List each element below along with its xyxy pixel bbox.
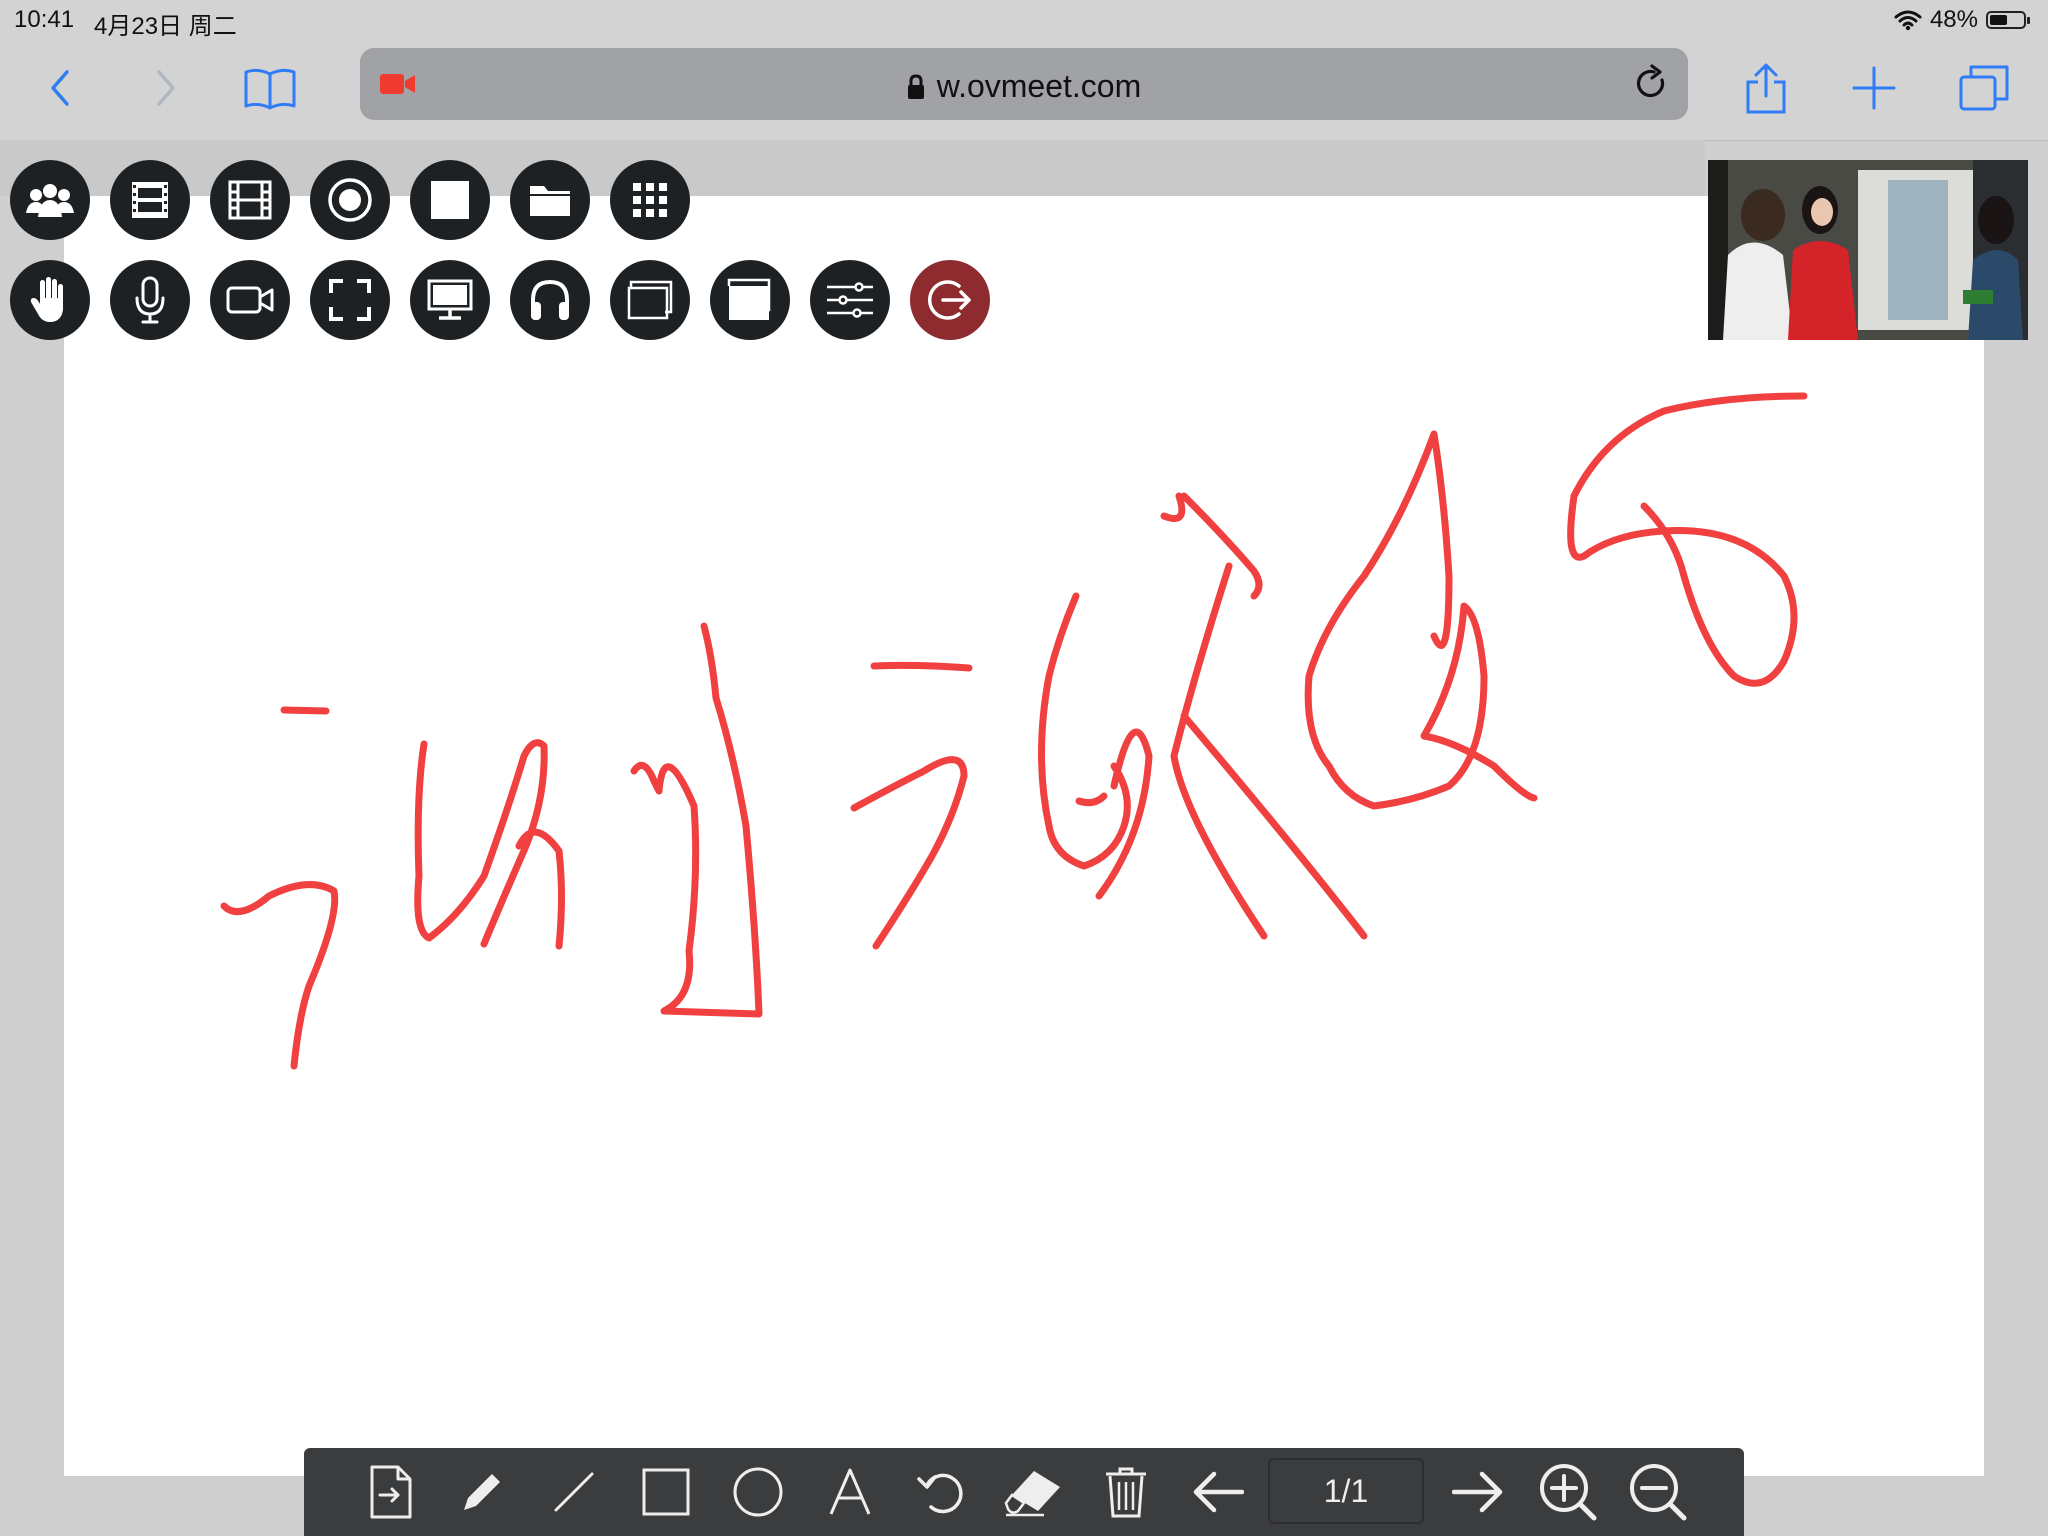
headphones-icon (531, 279, 569, 320)
participants-button[interactable] (10, 160, 90, 240)
next-page-button[interactable] (1448, 1462, 1508, 1522)
next-page-icon (1452, 1471, 1503, 1513)
book-icon (244, 68, 296, 110)
multi-window-button[interactable] (610, 260, 690, 340)
record-button[interactable] (310, 160, 390, 240)
battery-icon (1986, 11, 2030, 29)
whiteboard-toolbar: 1/1 (304, 1448, 1744, 1536)
exit-meeting-button[interactable] (910, 260, 990, 340)
video-frame (1708, 160, 2028, 340)
chevron-right-icon (157, 70, 175, 106)
camera-icon (226, 286, 274, 314)
zoom-out-button[interactable] (1628, 1462, 1688, 1522)
camera-button[interactable] (210, 260, 290, 340)
settings-button[interactable] (810, 260, 890, 340)
text-icon (829, 1468, 871, 1515)
pencil-button[interactable] (452, 1462, 512, 1522)
status-right: 48% (1894, 6, 2030, 34)
grid-icon (633, 183, 667, 217)
raise-hand-button[interactable] (10, 260, 90, 340)
fullscreen-icon (329, 279, 371, 321)
eraser-icon (1004, 1471, 1060, 1517)
new-tab-button[interactable] (1844, 58, 1904, 118)
import-file-icon (370, 1465, 412, 1519)
text-tool-button[interactable] (820, 1462, 880, 1522)
wifi-icon (1894, 10, 1922, 31)
zoom-out-icon (1630, 1464, 1687, 1521)
raise-hand-icon (30, 277, 63, 322)
screen-share-icon (427, 279, 473, 320)
files-button[interactable] (510, 160, 590, 240)
stop-square-icon (431, 181, 469, 219)
rectangle-icon (642, 1468, 690, 1516)
previous-page-button[interactable] (1188, 1462, 1248, 1522)
share-button[interactable] (1736, 58, 1796, 118)
screen-share-button[interactable] (410, 260, 490, 340)
video-layout-button[interactable] (210, 160, 290, 240)
windows-icon (627, 280, 673, 320)
whiteboard-canvas[interactable] (64, 196, 1984, 1476)
filmstrip-button[interactable] (110, 160, 190, 240)
remote-video-thumbnail[interactable] (1708, 160, 2028, 340)
filmstrip-icon (132, 182, 168, 218)
line-tool-button[interactable] (544, 1462, 604, 1522)
participants-icon (26, 184, 74, 217)
status-bar: 10:41 4月23日 周二 48% (0, 0, 2048, 44)
tabs-button[interactable] (1954, 58, 2014, 118)
microphone-button[interactable] (110, 260, 190, 340)
eraser-button[interactable] (1004, 1462, 1064, 1522)
window-button[interactable] (710, 260, 790, 340)
lock-icon (907, 74, 924, 99)
bookmarks-button[interactable] (240, 58, 300, 118)
record-icon (328, 178, 372, 222)
circle-icon (733, 1467, 783, 1517)
folder-icon (530, 186, 570, 216)
browser-toolbar: w.ovmeet.com (0, 44, 2048, 141)
fullscreen-button[interactable] (310, 260, 390, 340)
reload-icon[interactable] (1634, 64, 1670, 104)
line-icon (554, 1472, 594, 1512)
share-icon (1746, 63, 1786, 114)
page-indicator: 1/1 (1268, 1458, 1424, 1524)
clear-button[interactable] (1096, 1462, 1156, 1522)
exit-icon (928, 280, 971, 320)
tabs-icon (1959, 65, 2009, 111)
undo-button[interactable] (912, 1462, 972, 1522)
apps-button[interactable] (610, 160, 690, 240)
microphone-icon (135, 276, 165, 324)
stop-share-button[interactable] (410, 160, 490, 240)
status-time: 10:41 (14, 6, 75, 33)
import-file-button[interactable] (360, 1462, 420, 1522)
pencil-icon (464, 1474, 500, 1510)
circle-tool-button[interactable] (728, 1462, 788, 1522)
window-icon (727, 278, 771, 320)
battery-percent: 48% (1929, 6, 1978, 33)
audio-button[interactable] (510, 260, 590, 340)
url-text: w.ovmeet.com (936, 68, 1142, 104)
settings-sliders-icon (827, 282, 873, 318)
handwriting-strokes (220, 392, 1808, 1070)
plus-icon (1852, 66, 1896, 110)
undo-icon (917, 1473, 963, 1514)
trash-icon (1106, 1467, 1146, 1518)
film-icon (228, 180, 272, 220)
url-text-wrapper: w.ovmeet.com (360, 68, 1688, 105)
back-button[interactable] (30, 58, 90, 118)
previous-page-icon (1193, 1471, 1244, 1513)
zoom-in-icon (1540, 1464, 1597, 1521)
status-date: 4月23日 周二 (94, 13, 237, 40)
zoom-in-button[interactable] (1538, 1462, 1598, 1522)
chevron-left-icon (51, 70, 69, 106)
rectangle-tool-button[interactable] (636, 1462, 696, 1522)
address-bar[interactable]: w.ovmeet.com (360, 48, 1688, 120)
forward-button[interactable] (136, 58, 196, 118)
